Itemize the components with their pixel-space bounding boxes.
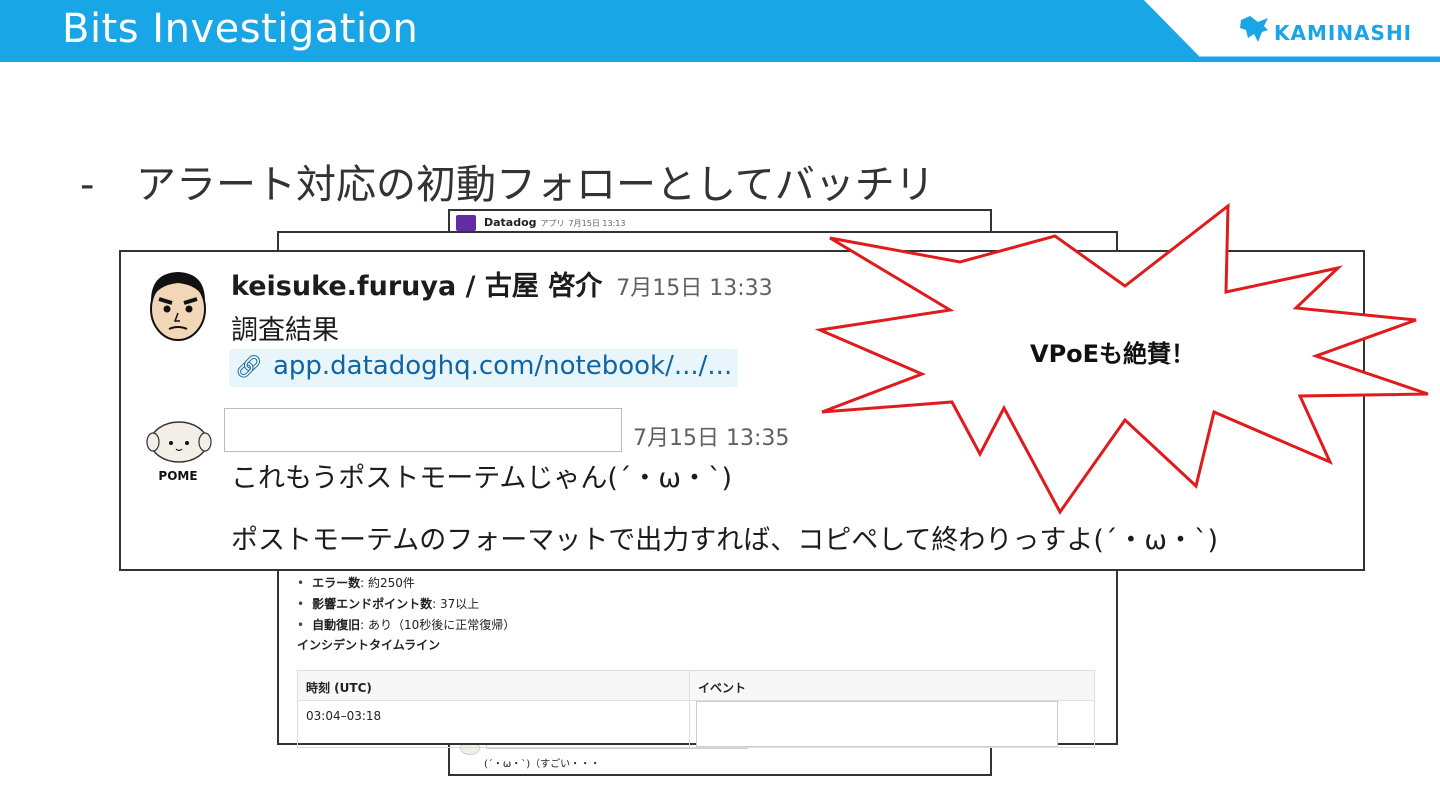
bullet-dash: - [80, 162, 95, 208]
slide-header: Bits Investigation KAMINASHI [0, 0, 1440, 62]
datadog-message-header: Datadog アプリ 7月15日 13:13 [456, 215, 625, 231]
item-label: 自動復旧 [312, 618, 361, 632]
notebook-link[interactable]: 🔗︎ app.datadoghq.com/notebook/.../... [229, 349, 739, 387]
bullet-text: アラート対応の初動フォローとしてバッチリ [136, 162, 935, 208]
pome-avatar: POME [146, 421, 212, 483]
message-text: ポストモーテムのフォーマットで出力すれば、コピペして終わりっすよ(´・ω・`) [231, 525, 1219, 556]
bullet-point: - アラート対応の初動フォローとしてバッチリ [80, 152, 935, 210]
redacted-event-box [696, 701, 1058, 747]
table-header-row: 時刻 (UTC) イベント [298, 671, 1094, 701]
reply-text: (´・ω・`)（すごい・・・ [484, 759, 601, 770]
callout-text: VPoEも絶賛！ [1030, 340, 1196, 368]
avatar-label: POME [158, 469, 197, 483]
message-text: これもうポストモーテムじゃん(´・ω・`) [231, 463, 733, 494]
furuya-avatar [139, 265, 217, 343]
slack-screenshot: keisuke.furuya / 古屋 啓介 7月15日 13:33 調査結果 🔗… [119, 250, 1365, 571]
timeline-section-title: インシデントタイムライン [297, 638, 441, 652]
datadog-app-icon [456, 215, 476, 231]
slide-title: Bits Investigation [62, 6, 419, 52]
brand-logo: KAMINASHI [1238, 10, 1418, 50]
link-text[interactable]: app.datadoghq.com/notebook/.../... [273, 351, 732, 381]
app-tag: アプリ [540, 219, 565, 228]
brand-name: KAMINASHI [1274, 21, 1413, 45]
column-header-event: イベント [698, 681, 747, 695]
list-item: 自動復旧: あり（10秒後に正常復帰） [297, 615, 515, 636]
link-icon: 🔗︎ [235, 355, 263, 380]
item-value: : あり（10秒後に正常復帰） [360, 618, 516, 632]
list-item: エラー数: 約250件 [297, 573, 515, 594]
message-text: 調査結果 [231, 315, 339, 346]
item-value: : 37以上 [432, 597, 480, 611]
table-cell-time: 03:04–03:18 [298, 701, 690, 747]
sender-name: Datadog [484, 216, 537, 229]
author-name[interactable]: keisuke.furuya / 古屋 啓介 [231, 271, 602, 302]
message-time[interactable]: 7月15日 13:33 [616, 276, 772, 301]
impact-list: エラー数: 約250件 影響エンドポイント数: 37以上 自動復旧: あり（10… [297, 573, 515, 636]
item-label: 影響エンドポイント数 [312, 597, 433, 611]
goat-logo-icon [1240, 16, 1268, 42]
list-item: 影響エンドポイント数: 37以上 [297, 594, 515, 615]
message-header: keisuke.furuya / 古屋 啓介 7月15日 13:33 [231, 264, 773, 303]
redacted-author-box [224, 408, 622, 452]
item-value: : 約250件 [360, 576, 415, 590]
item-label: エラー数 [312, 576, 361, 590]
column-header-time: 時刻 (UTC) [298, 671, 690, 700]
message-time: 7月15日 13:13 [568, 219, 626, 228]
message-time[interactable]: 7月15日 13:35 [633, 420, 789, 452]
